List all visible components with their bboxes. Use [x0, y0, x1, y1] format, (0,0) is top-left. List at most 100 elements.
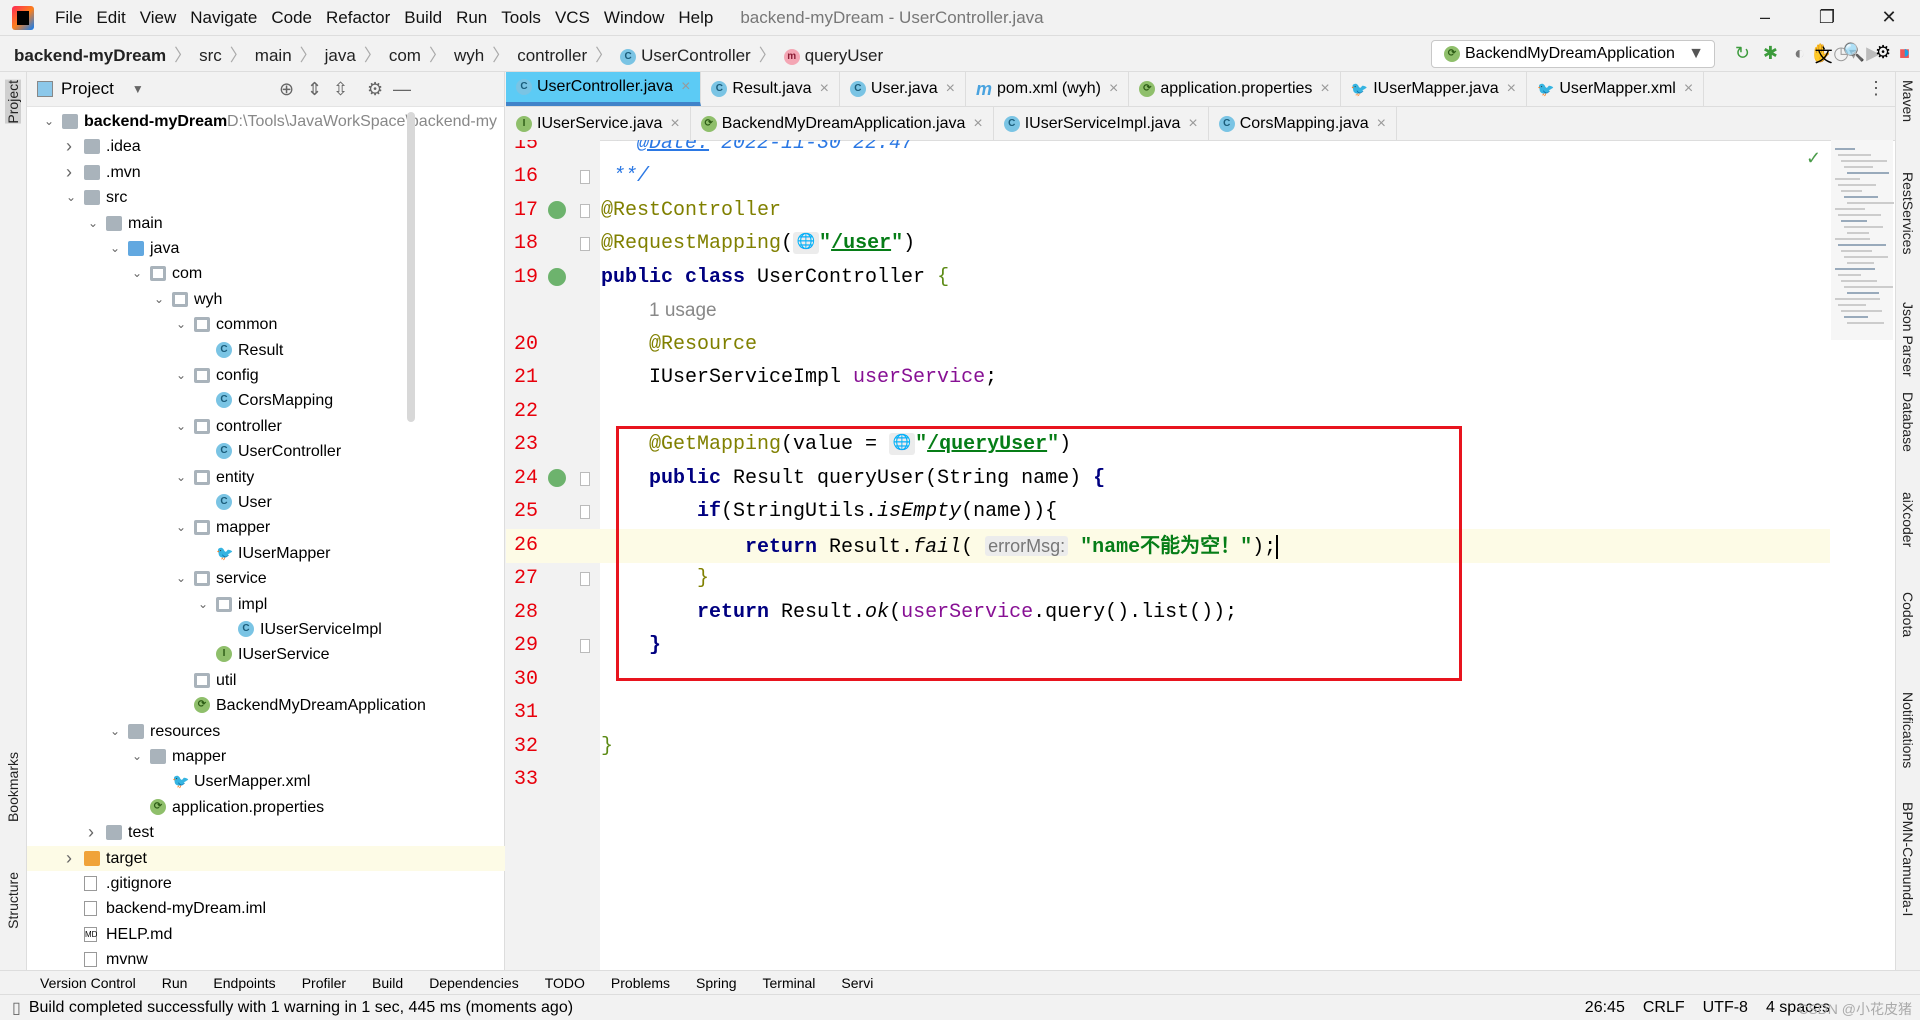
- file-encoding[interactable]: UTF-8: [1703, 999, 1748, 1017]
- line-separator[interactable]: CRLF: [1643, 999, 1685, 1017]
- menu-refactor[interactable]: Refactor: [319, 8, 397, 28]
- status-message[interactable]: Build completed successfully with 1 warn…: [29, 999, 573, 1017]
- close-tab-icon[interactable]: ×: [1109, 80, 1118, 98]
- caret-position[interactable]: 26:45: [1585, 999, 1625, 1017]
- code-line[interactable]: 19 public class UserController {: [506, 261, 1830, 295]
- close-tab-icon[interactable]: ×: [1507, 80, 1516, 98]
- tool-version-control[interactable]: Version Control: [40, 975, 136, 991]
- tree-item[interactable]: ⌄ java: [27, 236, 505, 261]
- tool-window-notifications[interactable]: Notifications: [1900, 692, 1916, 768]
- tool-window-restservices[interactable]: RestServices: [1900, 172, 1916, 254]
- tree-item[interactable]: ⌄ resources: [27, 719, 505, 744]
- tab-pom-xml-wyh-[interactable]: m pom.xml (wyh) ×: [966, 72, 1130, 106]
- fold-marker-icon[interactable]: [580, 639, 590, 654]
- fold-marker-icon[interactable]: [580, 471, 590, 486]
- chevron-down-icon[interactable]: ⌄: [154, 287, 166, 312]
- tab-corsmapping-java[interactable]: C CorsMapping.java ×: [1209, 107, 1397, 141]
- tab-backendmydreamapplication-java[interactable]: ⟳ BackendMyDreamApplication.java ×: [691, 107, 994, 141]
- tree-item[interactable]: ⌄ src: [27, 185, 505, 210]
- chevron-down-icon[interactable]: ⌄: [44, 109, 56, 134]
- menu-edit[interactable]: Edit: [89, 8, 132, 28]
- menu-navigate[interactable]: Navigate: [183, 8, 264, 28]
- chevron-right-icon[interactable]: ›: [66, 160, 78, 185]
- tree-item[interactable]: C User: [27, 490, 505, 515]
- tool-problems[interactable]: Problems: [611, 975, 670, 991]
- gear-icon[interactable]: ⚙: [367, 79, 383, 100]
- tab-iuserserviceimpl-java[interactable]: C IUserServiceImpl.java ×: [994, 107, 1209, 141]
- tree-item[interactable]: 🐦 UserMapper.xml: [27, 769, 505, 794]
- tool-window-project[interactable]: Project: [5, 80, 21, 124]
- chevron-right-icon[interactable]: ›: [66, 134, 78, 159]
- chevron-down-icon[interactable]: ⌄: [176, 363, 188, 388]
- tree-item[interactable]: › target: [27, 845, 505, 871]
- minimize-button[interactable]: –: [1734, 0, 1796, 35]
- tool-profiler[interactable]: Profiler: [302, 975, 346, 991]
- chevron-down-icon[interactable]: ⌄: [66, 185, 78, 210]
- menu-file[interactable]: File: [48, 8, 89, 28]
- spring-bean-gutter-icon[interactable]: [548, 200, 566, 219]
- tree-item[interactable]: ⌄ com: [27, 261, 505, 286]
- chevron-down-icon[interactable]: ⌄: [110, 236, 122, 261]
- chevron-down-icon[interactable]: ⌄: [176, 515, 188, 540]
- tree-item[interactable]: ⌄ common: [27, 312, 505, 337]
- tool-window-maven[interactable]: Maven: [1900, 80, 1916, 122]
- menu-help[interactable]: Help: [671, 8, 720, 28]
- tree-item[interactable]: C Result: [27, 338, 505, 363]
- tree-item[interactable]: C IUserServiceImpl: [27, 617, 505, 642]
- globe-icon[interactable]: 🌐: [793, 232, 820, 255]
- tool-terminal[interactable]: Terminal: [763, 975, 816, 991]
- tree-item[interactable]: ⌄ entity: [27, 465, 505, 490]
- menu-vcs[interactable]: VCS: [548, 8, 597, 28]
- chevron-down-icon[interactable]: ⌄: [176, 414, 188, 439]
- gear-icon[interactable]: ⚙: [1875, 42, 1891, 68]
- chevron-right-icon[interactable]: ›: [88, 820, 100, 845]
- tree-item[interactable]: ⌄ config: [27, 363, 505, 388]
- tool-endpoints[interactable]: Endpoints: [213, 975, 275, 991]
- more-tabs-icon[interactable]: ⋮: [1867, 78, 1885, 99]
- tab-result-java[interactable]: C Result.java ×: [701, 72, 840, 106]
- tree-item[interactable]: ⌄ main: [27, 211, 505, 236]
- fold-marker-icon[interactable]: [580, 237, 590, 252]
- rerun-icon[interactable]: ↻: [1735, 43, 1750, 64]
- chevron-down-icon[interactable]: ⌄: [176, 465, 188, 490]
- menu-window[interactable]: Window: [597, 8, 671, 28]
- tab-usercontroller-java[interactable]: C UserController.java ×: [506, 72, 702, 106]
- tab-iuserservice-java[interactable]: I IUserService.java ×: [506, 107, 691, 141]
- tree-item[interactable]: mvnw: [27, 947, 505, 972]
- collapse-all-icon[interactable]: ⇳: [333, 79, 348, 100]
- tool-run[interactable]: Run: [162, 975, 188, 991]
- expand-all-icon[interactable]: ⇕: [307, 79, 322, 100]
- code-line[interactable]: 1 usage: [506, 294, 1830, 328]
- tool-todo[interactable]: TODO: [545, 975, 585, 991]
- hide-panel-icon[interactable]: —: [393, 79, 411, 100]
- tree-scrollbar[interactable]: [407, 112, 415, 422]
- breadcrumb-item[interactable]: backend-myDream: [14, 46, 166, 65]
- tree-item[interactable]: › .idea: [27, 134, 505, 159]
- breadcrumb-item[interactable]: java: [325, 46, 356, 65]
- tool-window-structure[interactable]: Structure: [5, 872, 21, 929]
- tool-window-json-parser[interactable]: Json Parser: [1900, 302, 1916, 377]
- toolbox-icon[interactable]: ◗: [1901, 42, 1912, 68]
- minimap[interactable]: [1831, 140, 1894, 340]
- breadcrumb-item[interactable]: queryUser: [805, 46, 883, 65]
- menu-code[interactable]: Code: [264, 8, 319, 28]
- code-line[interactable]: 21 IUserServiceImpl userService;: [506, 361, 1830, 395]
- tree-item[interactable]: I IUserService: [27, 642, 505, 667]
- close-tab-icon[interactable]: ×: [1684, 80, 1693, 98]
- menu-tools[interactable]: Tools: [494, 8, 548, 28]
- code-line[interactable]: 20 @Resource: [506, 328, 1830, 362]
- close-tab-icon[interactable]: ×: [1320, 80, 1329, 98]
- fold-marker-icon[interactable]: [580, 505, 590, 520]
- restore-button[interactable]: ❐: [1796, 0, 1858, 35]
- tree-item[interactable]: MD HELP.md: [27, 922, 505, 947]
- close-tab-icon[interactable]: ×: [946, 80, 955, 98]
- close-tab-icon[interactable]: ×: [820, 80, 829, 98]
- chevron-down-icon[interactable]: ⌄: [132, 744, 144, 769]
- close-tab-icon[interactable]: ×: [1188, 115, 1197, 133]
- tool-window-aixcoder[interactable]: aiXcoder: [1900, 492, 1916, 547]
- chevron-right-icon[interactable]: ›: [66, 846, 78, 871]
- tree-item[interactable]: ⌄ mapper: [27, 744, 505, 769]
- close-button[interactable]: ✕: [1858, 0, 1920, 35]
- code-line[interactable]: 33: [506, 763, 1830, 797]
- tree-item[interactable]: ⟳ BackendMyDreamApplication: [27, 693, 505, 718]
